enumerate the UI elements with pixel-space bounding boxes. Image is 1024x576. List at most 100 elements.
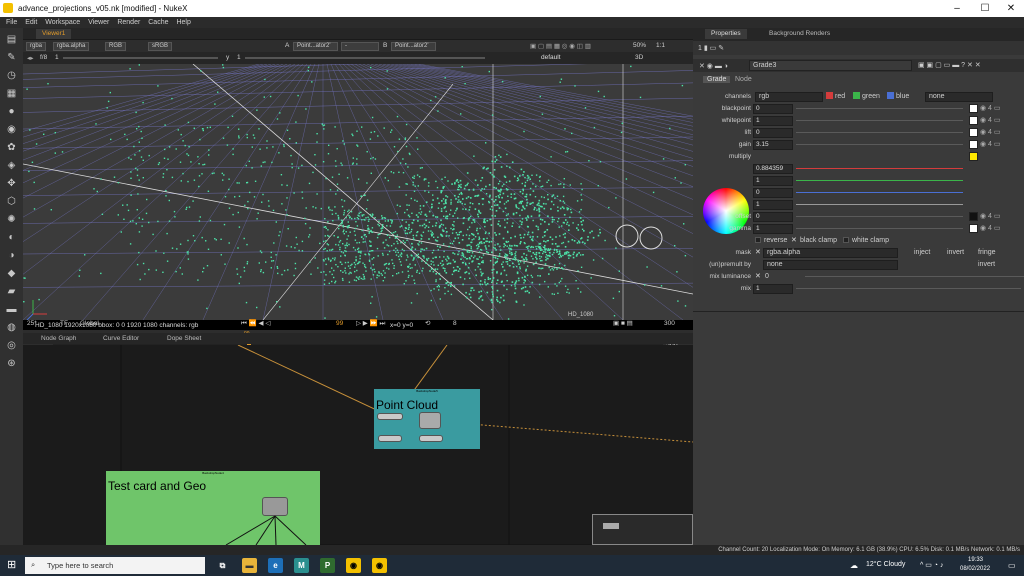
tab-curve-editor[interactable]: Curve Editor	[97, 334, 145, 344]
knob-field[interactable]: 0	[753, 104, 793, 114]
subtab-node[interactable]: Node	[735, 76, 752, 83]
knob-buttons-icon[interactable]: ◉ 4 ▭	[980, 224, 1001, 232]
tab-properties[interactable]: Properties	[705, 29, 747, 39]
3d-icon[interactable]: ⬡	[5, 196, 18, 207]
deep-icon[interactable]: ◐	[5, 232, 18, 243]
mix-luminance-field[interactable]: 0	[765, 273, 769, 280]
knob-buttons-icon[interactable]: ◉ 4 ▭	[980, 140, 1001, 148]
views-icon[interactable]: ◑	[5, 250, 18, 261]
knob-buttons-icon[interactable]: ◉ 4 ▭	[980, 116, 1001, 124]
weather-icon[interactable]: ☁	[850, 561, 858, 570]
ratio-select[interactable]: 1:1	[656, 42, 665, 49]
minimize-button[interactable]: –	[945, 2, 969, 15]
toolsets-icon[interactable]: ▰	[5, 286, 18, 297]
channels-select[interactable]: rgb	[755, 92, 823, 102]
m-app-icon[interactable]: M	[294, 558, 309, 573]
gamma-field[interactable]: 1	[237, 54, 241, 61]
step-back-icon[interactable]: ⏮ ⏪ ◀ ◁	[241, 319, 270, 328]
particles-icon[interactable]: ✺	[5, 214, 18, 225]
menu-render[interactable]: Render	[117, 17, 140, 28]
menu-file[interactable]: File	[6, 17, 17, 28]
taskbar-search[interactable]: ⌕ Type here to search	[25, 557, 205, 574]
close-button[interactable]: ✕	[999, 2, 1023, 15]
reverse-checkbox[interactable]	[755, 237, 761, 243]
multiply-slider[interactable]	[796, 168, 963, 169]
input-b-select[interactable]: Point...ator2'	[391, 42, 436, 51]
play-icon[interactable]: ▷ ▶ ⏩ ⏭	[356, 319, 385, 328]
frame-field[interactable]: 1	[55, 54, 59, 61]
multiply-slider[interactable]	[796, 180, 963, 181]
multiply-field[interactable]: 0	[753, 188, 793, 198]
gain-slider[interactable]	[63, 57, 218, 59]
knob-field[interactable]: 0	[753, 212, 793, 222]
node-pc-a[interactable]	[378, 435, 402, 442]
knob-slider[interactable]	[796, 216, 963, 217]
draw-icon[interactable]: ✎	[5, 52, 18, 63]
alpha-select[interactable]: rgba.alpha	[53, 42, 90, 51]
backdrop-point-cloud[interactable]: BackdropNode5 Point Cloud	[374, 389, 480, 449]
knob-buttons-icon[interactable]: ◉ 4 ▭	[980, 212, 1001, 220]
knob-field[interactable]: 1	[753, 116, 793, 126]
color-swatch[interactable]	[969, 116, 978, 125]
notification-icon[interactable]: ▭	[1008, 561, 1016, 570]
multiply-field[interactable]: 0.884359	[753, 164, 793, 174]
arrows-icon[interactable]: ◂▸	[27, 54, 34, 62]
camera-select[interactable]: default	[541, 54, 561, 61]
node-preview-card[interactable]	[419, 412, 441, 429]
node-header-buttons[interactable]: ▣ ▣ ▢ ▭ ▬ ? ✕ ✕	[918, 61, 981, 69]
gamma-slider[interactable]	[245, 57, 485, 59]
color-swatch[interactable]	[969, 104, 978, 113]
keyer-icon[interactable]: ✿	[5, 142, 18, 153]
layer-select[interactable]: rgba	[26, 42, 47, 51]
viewer-viewport[interactable]: HD_1080	[23, 64, 693, 320]
node-graph-minimap[interactable]	[592, 514, 693, 545]
furnace-icon[interactable]: ◍	[5, 322, 18, 333]
time-icon[interactable]: ◷	[5, 70, 18, 81]
mix-field[interactable]: 1	[753, 284, 793, 294]
tray-icons[interactable]: ^ ▭ ◔ ♪	[920, 561, 943, 569]
color-swatch[interactable]	[969, 128, 978, 137]
zoom-select[interactable]: 50%	[633, 42, 646, 49]
render-controls-icon[interactable]: ▣ ■ ▤	[613, 319, 633, 327]
increment-field[interactable]: 8	[453, 320, 457, 327]
color-icon[interactable]: ●	[5, 106, 18, 117]
fstop-label[interactable]: f/8	[40, 54, 47, 61]
file-explorer-icon[interactable]: ▬	[242, 558, 257, 573]
node-pc-b[interactable]	[419, 435, 443, 442]
knob-field[interactable]: 0	[753, 128, 793, 138]
multiply-slider[interactable]	[796, 204, 963, 205]
compare-mode-select[interactable]: -	[341, 42, 379, 51]
transform-icon[interactable]: ✥	[5, 178, 18, 189]
other-icon[interactable]: ▬	[5, 304, 18, 315]
maximize-button[interactable]: ☐	[973, 2, 997, 15]
knob-buttons-icon[interactable]: ◉ 4 ▭	[980, 104, 1001, 112]
channel-mode-select[interactable]: RGB	[105, 42, 127, 51]
frame-field[interactable]: 99	[336, 320, 343, 327]
channel-icon[interactable]: ▦	[5, 88, 18, 99]
green-checkbox[interactable]	[853, 92, 860, 99]
backdrop-test-card[interactable]: BackdropNode4 Test card and Geo	[106, 471, 320, 545]
menu-edit[interactable]: Edit	[25, 17, 37, 28]
multiply-swatch[interactable]	[969, 152, 978, 161]
knob-field[interactable]: 3.15	[753, 140, 793, 150]
color-swatch[interactable]	[969, 224, 978, 233]
image-icon[interactable]: ▤	[5, 34, 18, 45]
mix-slider[interactable]	[796, 288, 1021, 289]
ofx-icon[interactable]: ◎	[5, 340, 18, 351]
roi-icon[interactable]: ▣ ▢ ▤ ▦ ◎ ◉ ◫ ▥	[530, 42, 591, 50]
multiply-field[interactable]: 1	[753, 176, 793, 186]
color-swatch[interactable]	[969, 212, 978, 221]
merge-icon[interactable]: ◈	[5, 160, 18, 171]
menu-viewer[interactable]: Viewer	[88, 17, 109, 28]
windows-start-icon[interactable]: ⊞	[7, 559, 20, 572]
loop-icon[interactable]: ⟲	[425, 319, 430, 327]
knob-slider[interactable]	[796, 120, 963, 121]
mix-luminance-slider[interactable]	[805, 276, 1024, 277]
nukex-icon[interactable]: ◉	[372, 558, 387, 573]
pycharm-icon[interactable]: P	[320, 558, 335, 573]
node-name-field[interactable]: Grade3	[749, 60, 912, 71]
node-header-icons[interactable]: ✕ ◉ ▬ ◑	[699, 62, 728, 70]
menu-cache[interactable]: Cache	[148, 17, 168, 28]
extra-channel-select[interactable]: none	[925, 92, 993, 102]
knob-field[interactable]: 1	[753, 224, 793, 234]
